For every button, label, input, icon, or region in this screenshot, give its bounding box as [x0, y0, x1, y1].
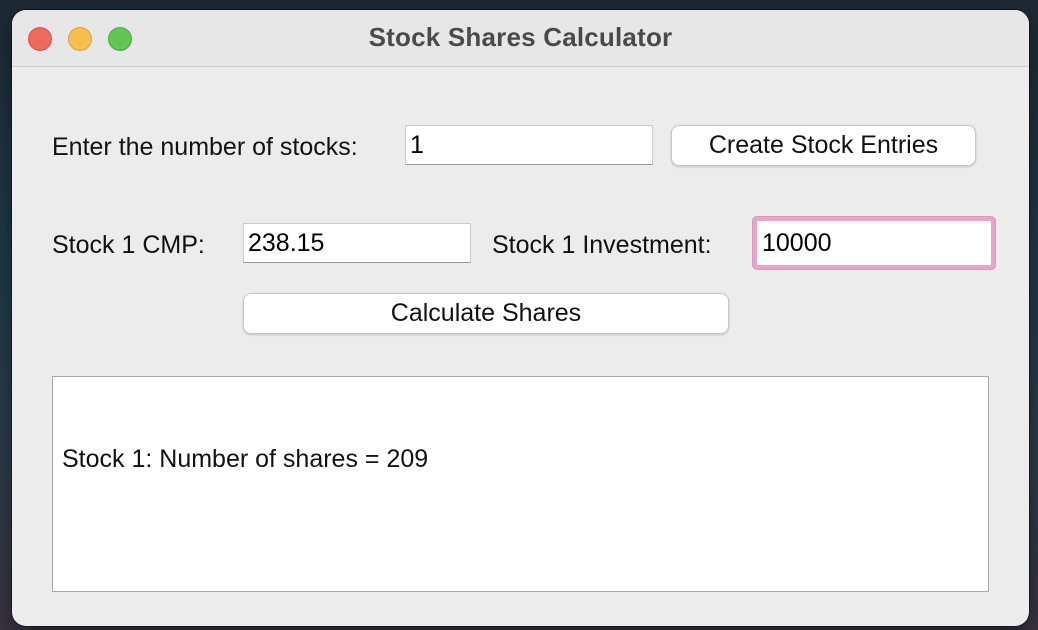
create-stock-entries-button[interactable]: Create Stock Entries [671, 125, 976, 166]
app-window: Stock Shares Calculator Enter the number… [12, 10, 1029, 626]
title-bar[interactable]: Stock Shares Calculator [12, 10, 1029, 67]
result-line: Stock 1: Number of shares = 209 [62, 445, 429, 473]
stock-1-investment-input[interactable]: 10000 [753, 217, 995, 269]
window-title: Stock Shares Calculator [368, 22, 673, 52]
stock-1-cmp-label: Stock 1 CMP: [52, 231, 205, 259]
stock-1-investment-label: Stock 1 Investment: [492, 231, 712, 259]
results-text-area[interactable]: Stock 1: Number of shares = 209 [52, 376, 989, 592]
stock-1-cmp-input[interactable]: 238.15 [243, 223, 471, 263]
main-content: Enter the number of stocks: 1 Create Sto… [12, 67, 1029, 626]
calculate-shares-button[interactable]: Calculate Shares [243, 293, 729, 334]
stock-count-label: Enter the number of stocks: [52, 133, 358, 161]
stock-count-input[interactable]: 1 [405, 125, 653, 165]
